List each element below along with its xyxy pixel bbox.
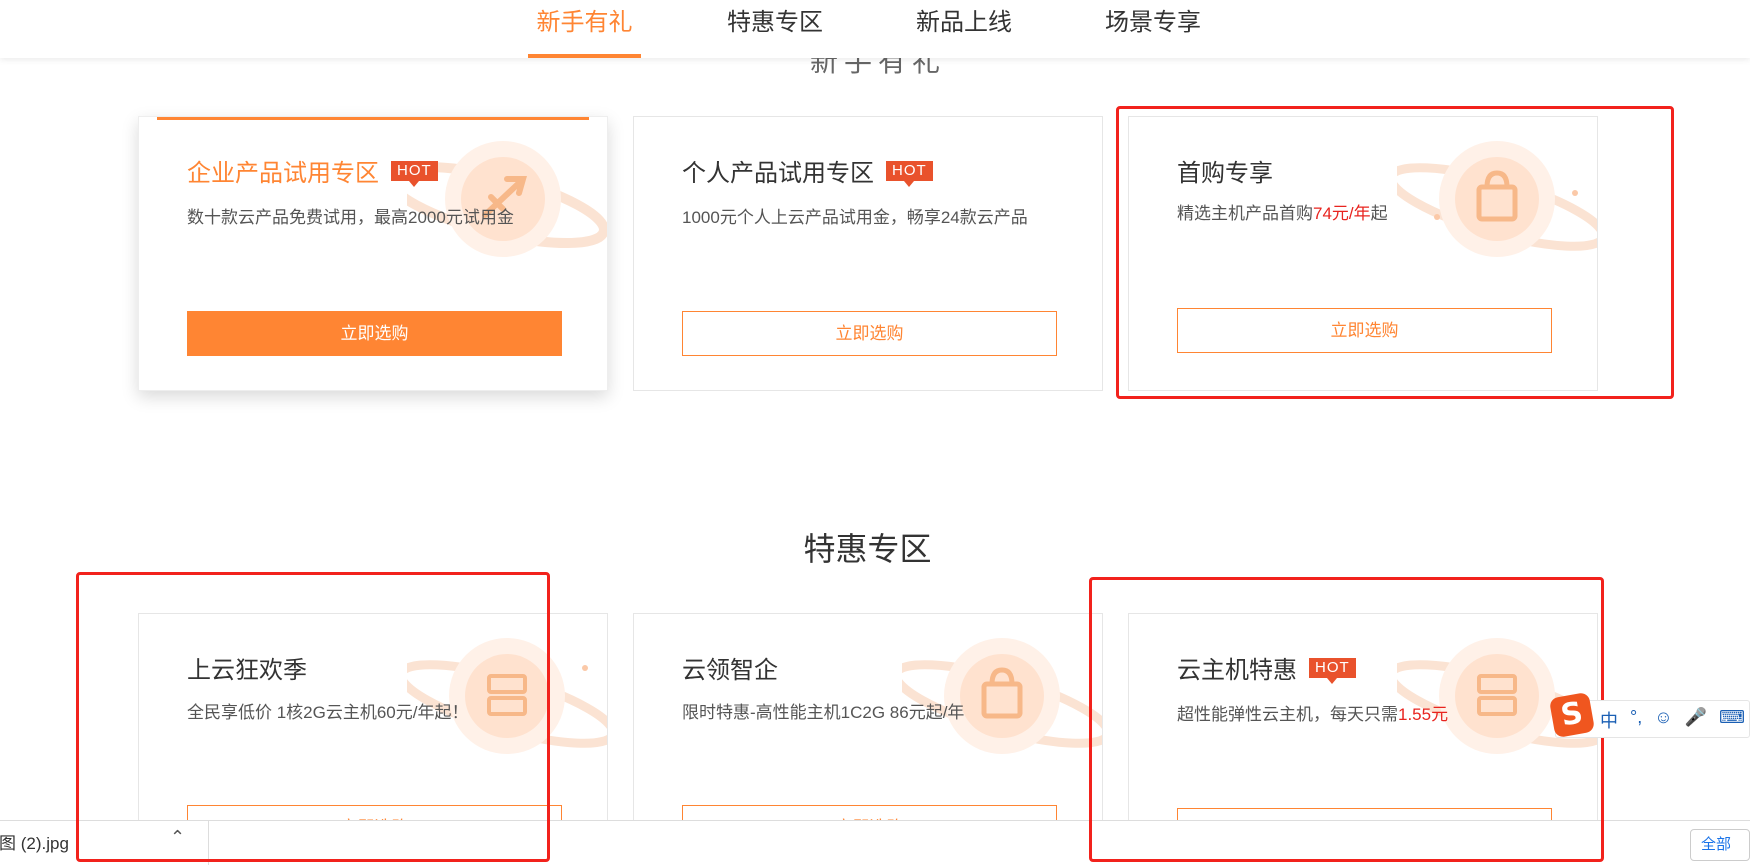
ime-keyboard-icon[interactable]: ⌨ — [1719, 707, 1745, 733]
ime-microphone-icon[interactable]: 🎤 — [1685, 707, 1707, 733]
tab-scenario-exclusive[interactable]: 场景专享 — [1098, 0, 1208, 58]
plane-icon — [407, 141, 607, 257]
top-tab-nav: 新手有礼 特惠专区 新品上线 场景专享 — [0, 0, 1750, 58]
card-description: 限时特惠-高性能主机1C2G 86元起/年 — [682, 703, 965, 722]
ime-emoji-icon[interactable]: ☺ — [1654, 707, 1672, 733]
annotation-box-first-purchase — [1116, 106, 1674, 399]
card-title: 个人产品试用专区 — [682, 160, 874, 187]
download-file-name[interactable]: 例图 (2).jpg — [0, 829, 69, 854]
annotation-box-cloud-host-deal — [1089, 577, 1604, 862]
buy-now-button[interactable]: 立即选购 — [187, 311, 562, 356]
buy-now-button[interactable]: 立即选购 — [682, 311, 1057, 356]
annotation-box-cloud-carnival — [76, 572, 550, 862]
card-enterprise-trial[interactable]: 企业产品试用专区 HOT 数十款云产品免费试用，最高2000元试用金 立即选购 — [138, 116, 608, 391]
tab-newcomer-gifts[interactable]: 新手有礼 — [528, 0, 641, 58]
card-personal-trial[interactable]: 个人产品试用专区 HOT 1000元个人上云产品试用金，畅享24款云产品 立即选… — [633, 116, 1103, 391]
hot-badge: HOT — [391, 160, 438, 187]
tab-special-offers[interactable]: 特惠专区 — [720, 0, 830, 58]
card-description: 1000元个人上云产品试用金，畅享24款云产品 — [682, 208, 1028, 227]
ime-toolbar[interactable]: S 中 °, ☺ 🎤 ⌨ — [1548, 691, 1750, 739]
ime-chinese-mode[interactable]: 中 — [1600, 707, 1618, 733]
card-title: 云领智企 — [682, 657, 778, 684]
section-title-special-offers: 特惠专区 — [803, 531, 932, 567]
hot-badge: HOT — [886, 160, 933, 187]
ime-punctuation-icon[interactable]: °, — [1630, 707, 1642, 733]
tab-new-products[interactable]: 新品上线 — [909, 0, 1019, 58]
card-title: 企业产品试用专区 — [187, 160, 379, 187]
sogou-logo-icon[interactable]: S — [1548, 691, 1596, 739]
show-all-button[interactable]: 全部显示 — [1690, 829, 1750, 861]
card-description: 数十款云产品免费试用，最高2000元试用金 — [187, 208, 514, 227]
